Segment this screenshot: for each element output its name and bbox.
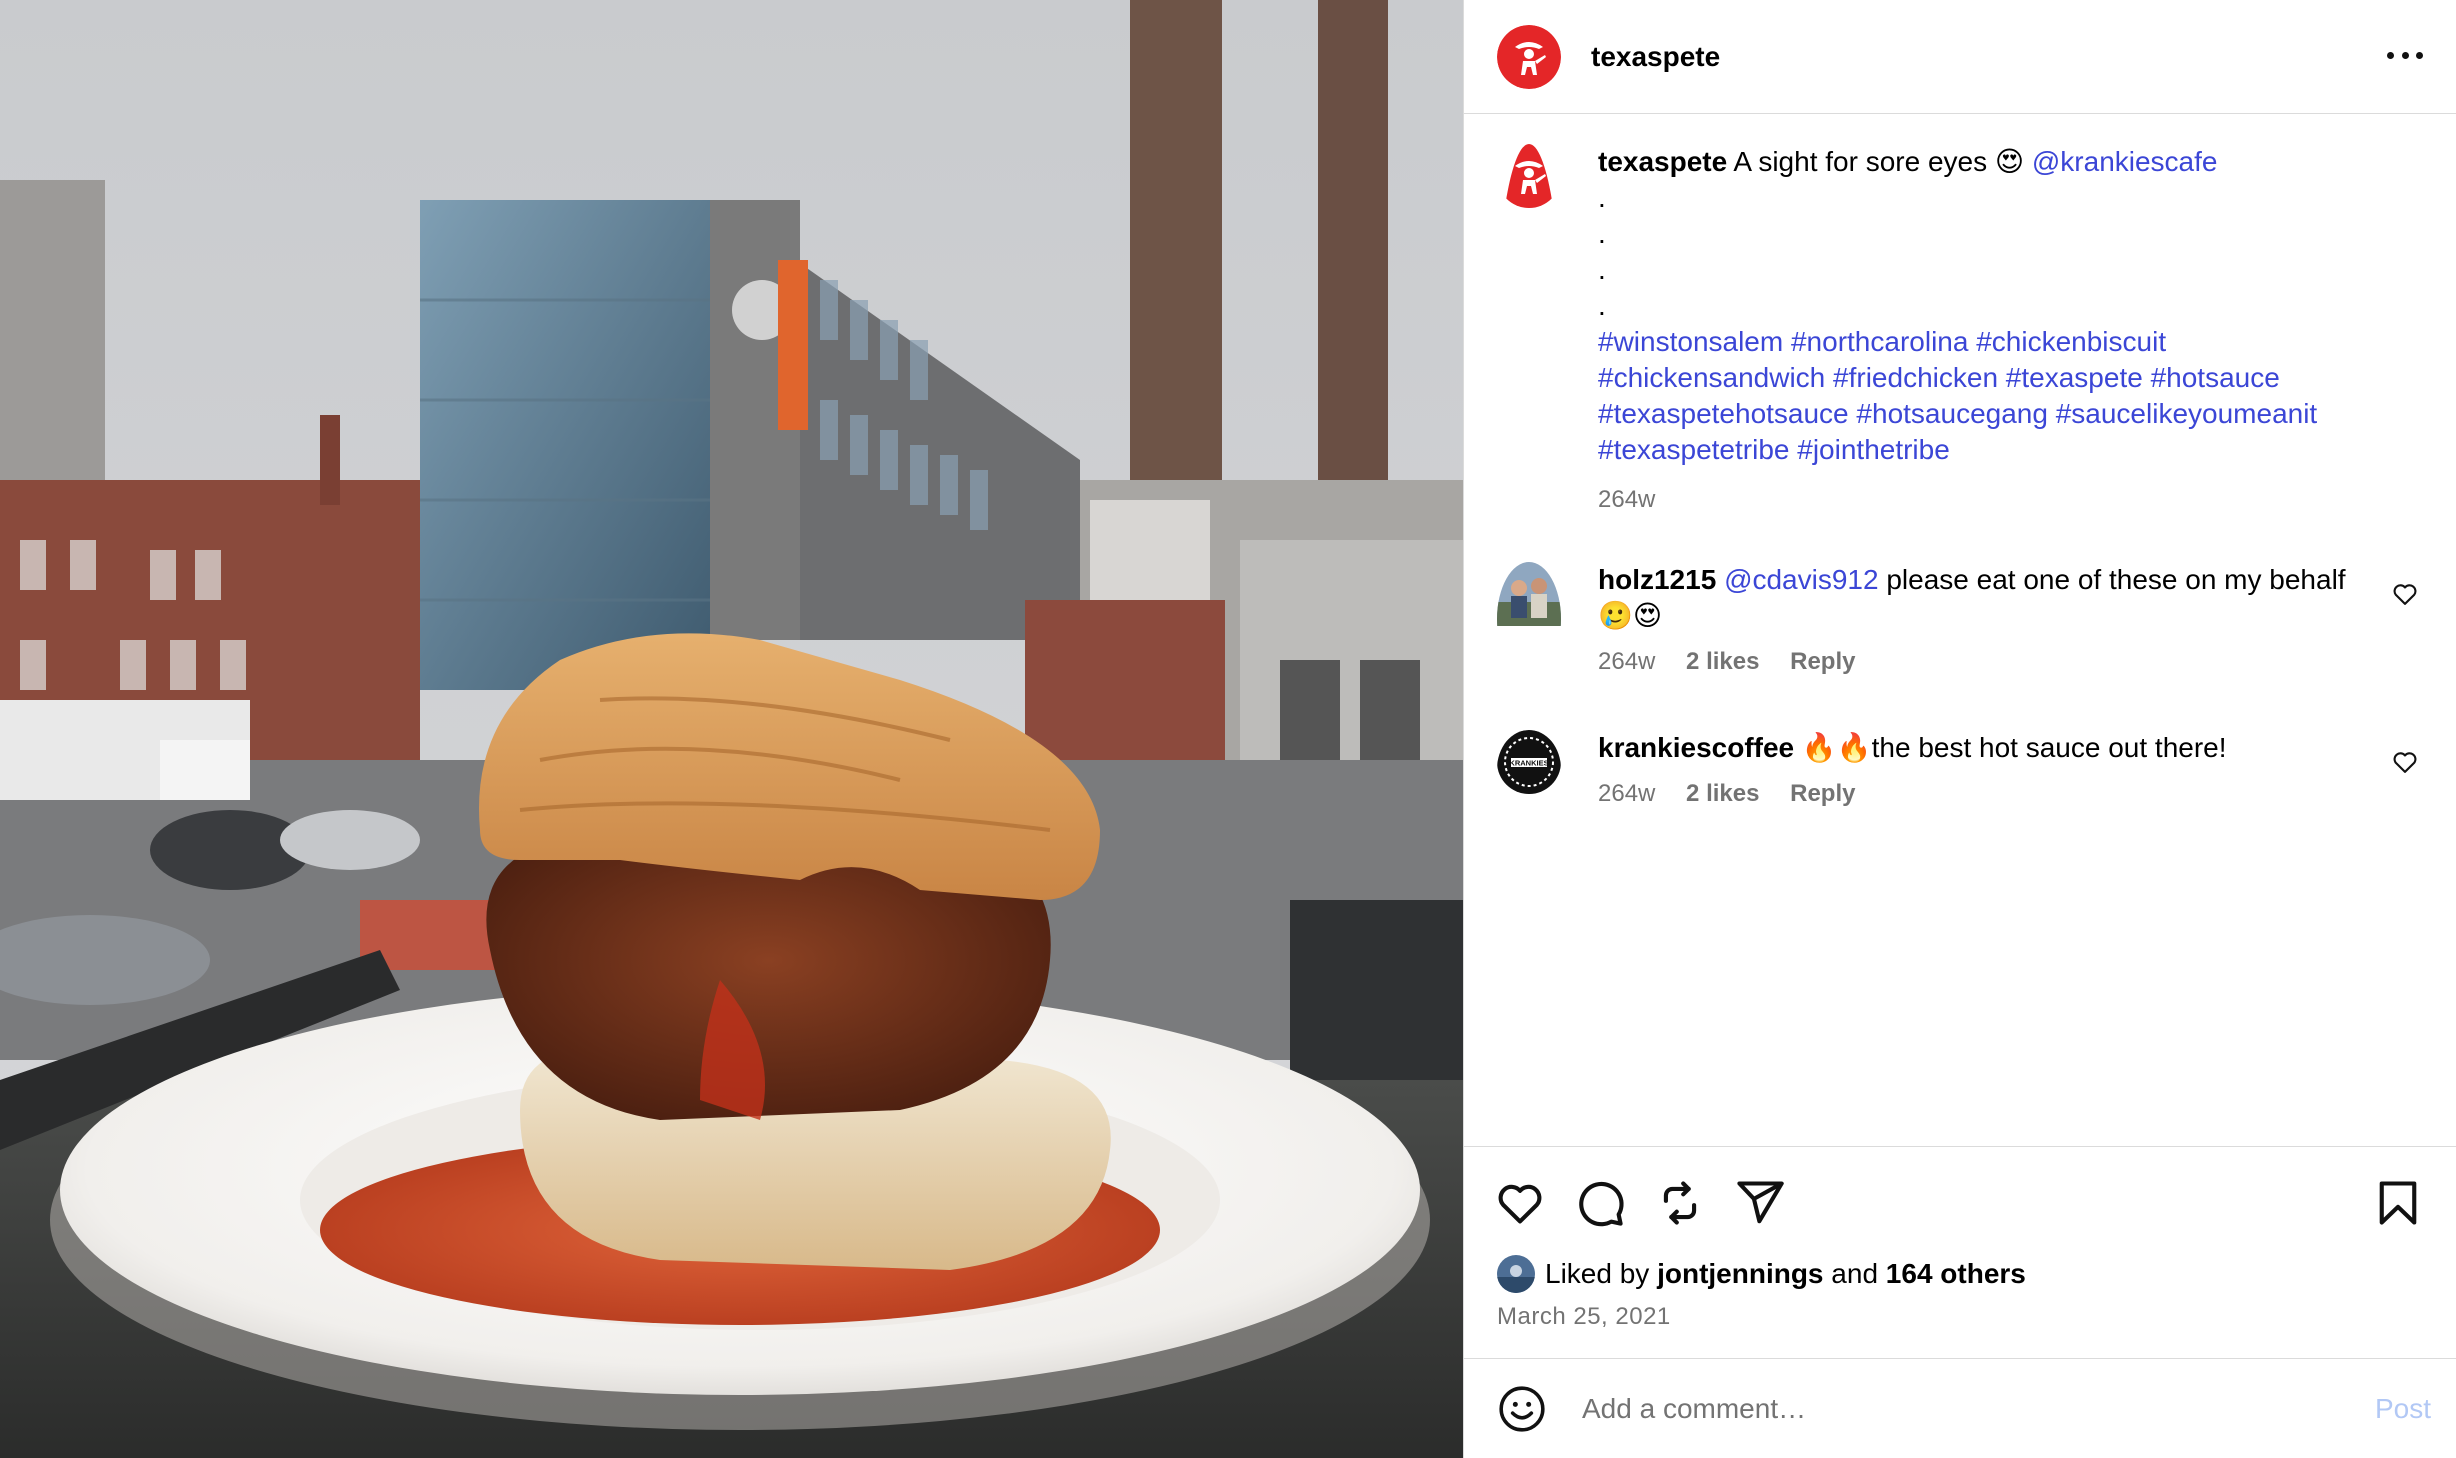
hashtag-link[interactable]: #friedchicken: [1833, 362, 1998, 393]
add-comment-bar: Post: [1464, 1358, 2456, 1458]
comment-message: please eat one of these on my behalf: [1886, 564, 2346, 595]
dot: [2401, 51, 2409, 59]
post-header: texaspete: [1464, 0, 2456, 114]
comment-text: holz1215 @cdavis912 please eat one of th…: [1598, 562, 2378, 634]
texaspete-avatar[interactable]: [1497, 24, 1561, 89]
comment-item: holz1215 @cdavis912 please eat one of th…: [1497, 562, 2427, 676]
liked-by-username[interactable]: jontjennings: [1657, 1258, 1823, 1289]
comment-button[interactable]: [1574, 1177, 1626, 1229]
comment-reply-button[interactable]: Reply: [1790, 648, 1855, 675]
comment-timestamp[interactable]: 264w: [1598, 780, 1655, 807]
likes-text: Liked by jontjennings and 164 others: [1545, 1256, 2026, 1292]
save-button[interactable]: [2372, 1177, 2424, 1229]
comment-like-heart-icon[interactable]: [2391, 580, 2419, 608]
comment-mention-link[interactable]: @cdavis912: [1724, 564, 1879, 595]
more-options-icon[interactable]: [2383, 40, 2427, 70]
comment-meta: 264w 2 likes Reply: [1598, 780, 2378, 808]
comment-item: KRANKIES krankiescoffee 🔥🔥the best hot s…: [1497, 730, 2427, 808]
caption-first-line: texaspete A sight for sore eyes 😍 @krank…: [1598, 144, 2417, 180]
post-photo[interactable]: [0, 0, 1463, 1458]
liker-photo-icon: [1497, 1255, 1535, 1293]
post-caption: texaspete A sight for sore eyes 😍 @krank…: [1497, 144, 2417, 514]
hashtag-block: #winstonsalem #northcarolina #chickenbis…: [1598, 324, 2417, 468]
comment-meta: 264w 2 likes Reply: [1598, 648, 2378, 676]
liked-by-others-link[interactable]: 164 others: [1886, 1258, 2026, 1289]
caption-dots: . . . .: [1598, 180, 2417, 324]
comment-body: holz1215 @cdavis912 please eat one of th…: [1598, 562, 2378, 676]
post-actions: Liked by jontjennings and 164 others Mar…: [1464, 1146, 2456, 1358]
liker-avatar[interactable]: [1497, 1255, 1535, 1293]
caption-body: texaspete A sight for sore eyes 😍 @krank…: [1598, 144, 2417, 514]
hashtag-link[interactable]: #chickenbiscuit: [1976, 326, 2166, 357]
dot: [2387, 51, 2394, 59]
like-button[interactable]: [1494, 1177, 1546, 1229]
caption-username[interactable]: texaspete: [1598, 146, 1727, 177]
caption-dot: .: [1598, 182, 1606, 213]
comment-body: krankiescoffee 🔥🔥the best hot sauce out …: [1598, 730, 2378, 808]
comment-emoji: 🔥🔥: [1801, 732, 1872, 763]
hashtag-link[interactable]: #chickensandwich: [1598, 362, 1825, 393]
comment-timestamp[interactable]: 264w: [1598, 648, 1655, 675]
hashtag-link[interactable]: #northcarolina: [1791, 326, 1968, 357]
hashtag-line: #texaspetehotsauce #hotsaucegang #saucel…: [1598, 396, 2417, 432]
comment-username[interactable]: krankiescoffee: [1598, 732, 1794, 763]
hashtag-link[interactable]: #winstonsalem: [1598, 326, 1783, 357]
add-comment-input[interactable]: [1582, 1392, 2342, 1425]
liked-by-prefix: Liked by: [1545, 1258, 1650, 1289]
dot: [2416, 51, 2423, 59]
share-button[interactable]: [1734, 1177, 1786, 1229]
comment-likes-count[interactable]: 2 likes: [1686, 780, 1759, 807]
post-date[interactable]: March 25, 2021: [1497, 1303, 1671, 1331]
commenter-avatar[interactable]: [1497, 562, 1561, 676]
caption-avatar[interactable]: [1497, 144, 1561, 514]
likes-summary: Liked by jontjennings and 164 others: [1497, 1255, 2026, 1293]
comment-reply-button[interactable]: Reply: [1790, 780, 1855, 807]
hashtag-link[interactable]: #hotsaucegang: [1856, 398, 2048, 429]
post-author-username[interactable]: texaspete: [1591, 41, 1720, 73]
caption-text: A sight for sore eyes: [1733, 146, 1988, 177]
repost-icon: [1663, 1181, 1697, 1225]
post-comment-button[interactable]: Post: [2375, 1393, 2431, 1425]
caption-mention-link[interactable]: @krankiescafe: [2032, 146, 2218, 177]
caption-dot: .: [1598, 290, 1606, 321]
comment-emoji: 🥲😍: [1598, 600, 1663, 631]
liked-by-and: and: [1831, 1258, 1879, 1289]
texas-pete-cowboy-logo-icon: [1497, 24, 1561, 89]
caption-dot: .: [1598, 254, 1606, 285]
emoji-picker-icon[interactable]: [1497, 1384, 1547, 1434]
comment-username[interactable]: holz1215: [1598, 564, 1716, 595]
krankies-logo-icon: KRANKIES: [1497, 730, 1561, 794]
commenter-avatar[interactable]: KRANKIES: [1497, 730, 1561, 808]
hashtag-link[interactable]: #hotsauce: [2151, 362, 2280, 393]
hashtag-link[interactable]: #jointhetribe: [1797, 434, 1950, 465]
comment-message: the best hot sauce out there!: [1871, 732, 2227, 763]
krankies-logo-text: KRANKIES: [1509, 759, 1548, 768]
comment-text: krankiescoffee 🔥🔥the best hot sauce out …: [1598, 730, 2378, 766]
hashtag-line: #texaspetetribe #jointhetribe: [1598, 432, 2417, 468]
hashtag-line: #winstonsalem #northcarolina #chickenbis…: [1598, 324, 2417, 360]
user-photo-avatar-icon: [1497, 562, 1561, 626]
hashtag-link[interactable]: #texaspetetribe: [1598, 434, 1789, 465]
hashtag-line: #chickensandwich #friedchicken #texaspet…: [1598, 360, 2417, 396]
bookmark-icon: [2379, 1181, 2417, 1225]
chicken-biscuit-photo: [0, 0, 1463, 1458]
hashtag-link[interactable]: #saucelikeyoumeanit: [2056, 398, 2318, 429]
caption-emoji: 😍: [1994, 146, 2025, 177]
caption-timestamp[interactable]: 264w: [1598, 486, 2417, 514]
hashtag-link[interactable]: #texaspetehotsauce: [1598, 398, 1849, 429]
repost-button[interactable]: [1654, 1177, 1706, 1229]
comment-likes-count[interactable]: 2 likes: [1686, 648, 1759, 675]
heart-icon: [1498, 1184, 1542, 1224]
hashtag-link[interactable]: #texaspete: [2006, 362, 2143, 393]
comment-bubble-icon: [1579, 1181, 1624, 1227]
caption-dot: .: [1598, 218, 1606, 249]
comment-like-heart-icon[interactable]: [2391, 748, 2419, 776]
send-icon: [1737, 1181, 1784, 1224]
post-details-panel: texaspete texaspete A sight for sore eye…: [1463, 0, 2456, 1458]
texas-pete-cowboy-logo-icon: [1497, 144, 1561, 208]
